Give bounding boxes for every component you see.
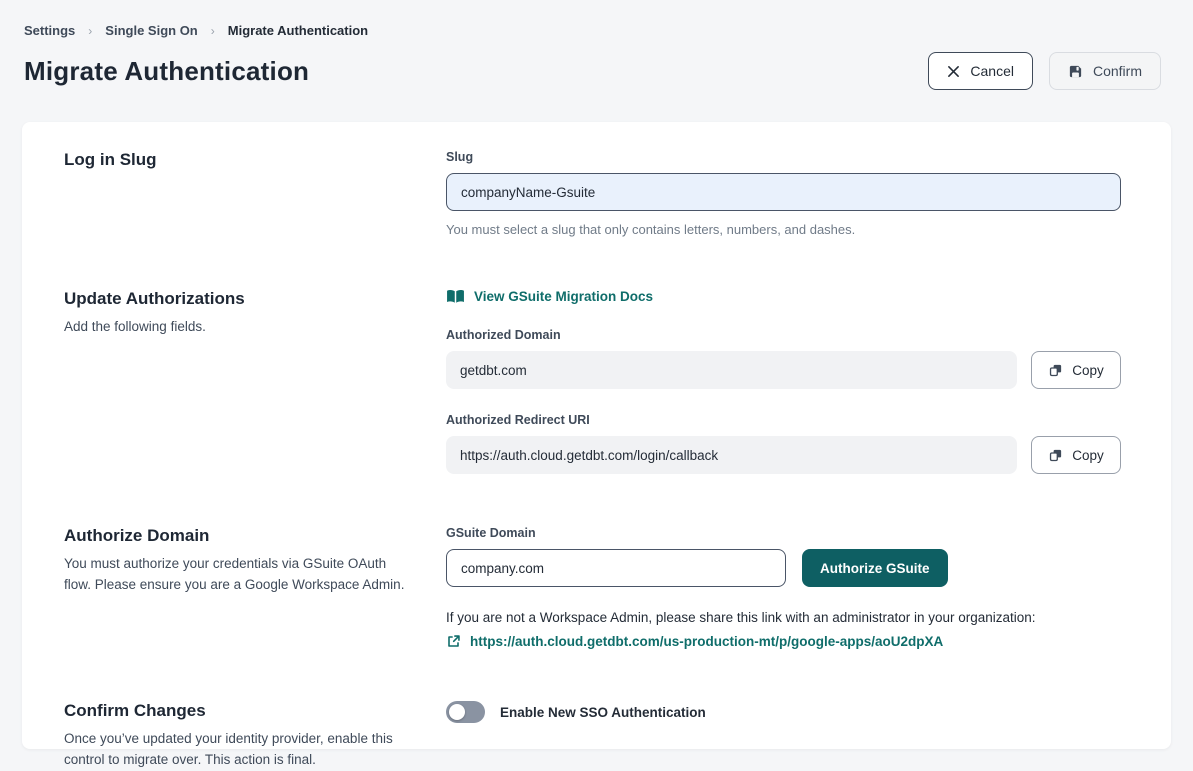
chevron-right-icon: › xyxy=(211,24,215,38)
authorized-domain-label: Authorized Domain xyxy=(446,328,1121,342)
copy-icon xyxy=(1048,448,1063,463)
gsuite-migration-docs-link[interactable]: View GSuite Migration Docs xyxy=(446,289,653,304)
header-actions: Cancel Confirm xyxy=(928,52,1161,90)
enable-sso-toggle-label: Enable New SSO Authentication xyxy=(500,705,706,720)
confirm-changes-heading: Confirm Changes xyxy=(64,701,446,721)
copy-button-label: Copy xyxy=(1072,363,1104,378)
slug-label: Slug xyxy=(446,150,1121,164)
page-title: Migrate Authentication xyxy=(24,56,309,87)
gsuite-domain-input[interactable] xyxy=(446,549,786,587)
gsuite-domain-label: GSuite Domain xyxy=(446,526,1121,540)
authorize-domain-heading: Authorize Domain xyxy=(64,526,446,546)
slug-input[interactable] xyxy=(446,173,1121,211)
external-link-icon xyxy=(446,634,461,649)
copy-authorized-domain-button[interactable]: Copy xyxy=(1031,351,1121,389)
login-slug-heading: Log in Slug xyxy=(64,150,446,170)
update-authorizations-heading: Update Authorizations xyxy=(64,289,446,309)
chevron-right-icon: › xyxy=(88,24,92,38)
slug-helper-text: You must select a slug that only contain… xyxy=(446,222,1121,237)
workspace-admin-note: If you are not a Workspace Admin, please… xyxy=(446,610,1121,625)
authorized-redirect-uri-label: Authorized Redirect URI xyxy=(446,413,1121,427)
copy-button-label: Copy xyxy=(1072,448,1104,463)
admin-share-link[interactable]: https://auth.cloud.getdbt.com/us-product… xyxy=(446,634,1121,649)
update-authorizations-description: Add the following fields. xyxy=(64,317,409,338)
authorize-domain-description: You must authorize your credentials via … xyxy=(64,554,409,596)
section-confirm-changes: Confirm Changes Once you’ve updated your… xyxy=(64,701,1121,771)
authorized-domain-value: getdbt.com xyxy=(446,351,1017,389)
cancel-button[interactable]: Cancel xyxy=(928,52,1033,90)
section-authorize-domain: Authorize Domain You must authorize your… xyxy=(64,526,1121,649)
section-update-authorizations: Update Authorizations Add the following … xyxy=(64,289,1121,474)
settings-card: Log in Slug Slug You must select a slug … xyxy=(22,122,1171,749)
book-icon xyxy=(446,289,465,304)
save-icon xyxy=(1068,64,1083,79)
close-icon xyxy=(947,65,960,78)
copy-redirect-uri-button[interactable]: Copy xyxy=(1031,436,1121,474)
section-login-slug: Log in Slug Slug You must select a slug … xyxy=(64,150,1121,237)
breadcrumb: Settings › Single Sign On › Migrate Auth… xyxy=(0,0,1193,38)
authorized-redirect-uri-value: https://auth.cloud.getdbt.com/login/call… xyxy=(446,436,1017,474)
copy-icon xyxy=(1048,363,1063,378)
page-header: Migrate Authentication Cancel Confirm xyxy=(0,38,1193,90)
breadcrumb-migrate-authentication: Migrate Authentication xyxy=(228,23,368,38)
cancel-button-label: Cancel xyxy=(970,63,1014,79)
breadcrumb-settings[interactable]: Settings xyxy=(24,23,75,38)
toggle-knob xyxy=(449,704,465,720)
gsuite-migration-docs-label: View GSuite Migration Docs xyxy=(474,289,653,304)
confirm-changes-description: Once you’ve updated your identity provid… xyxy=(64,729,409,771)
enable-sso-toggle[interactable] xyxy=(446,701,485,723)
breadcrumb-single-sign-on[interactable]: Single Sign On xyxy=(105,23,197,38)
admin-share-link-text: https://auth.cloud.getdbt.com/us-product… xyxy=(470,634,943,649)
confirm-button-label: Confirm xyxy=(1093,63,1142,79)
confirm-button[interactable]: Confirm xyxy=(1049,52,1161,90)
authorize-gsuite-button[interactable]: Authorize GSuite xyxy=(802,549,948,587)
